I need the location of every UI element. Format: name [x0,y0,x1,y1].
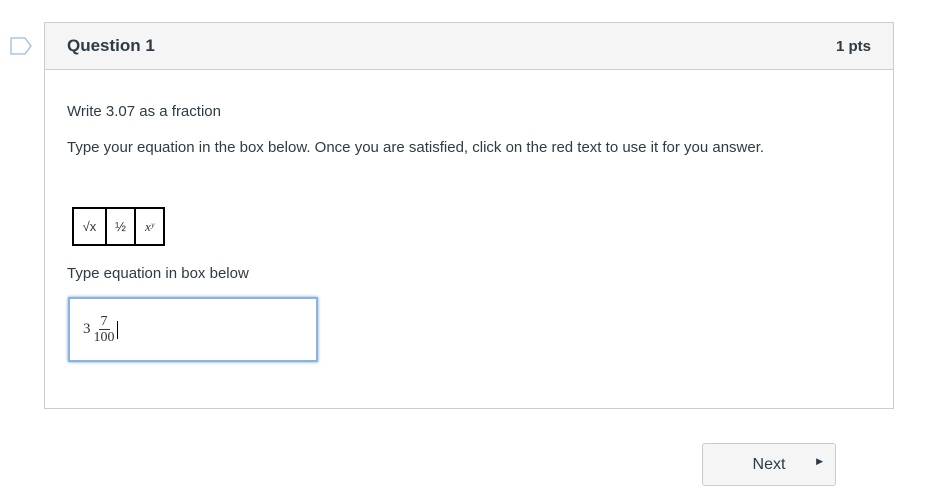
flag-question-icon[interactable] [10,37,32,55]
answer-numerator: 7 [98,314,110,330]
equation-toolbar: √x ½ xʸ [72,207,165,246]
next-label: Next [752,455,786,473]
next-button[interactable]: Next ▶ [702,443,836,486]
fraction-button[interactable]: ½ [105,207,136,246]
question-card: Question 1 1 pts Write 3.07 as a fractio… [44,22,894,409]
question-prompt: Write 3.07 as a fraction [67,103,221,120]
question-points: 1 pts [835,37,871,55]
caret-right-icon: ▶ [816,456,823,466]
answer-denominator: 100 [93,330,115,345]
answer-fraction: 7 100 [94,314,115,345]
question-instructions: Type your equation in the box below. Onc… [67,139,765,156]
sqrt-button[interactable]: √x [72,207,107,246]
exponent-button[interactable]: xʸ [134,207,165,246]
input-label: Type equation in box below [67,265,249,282]
question-title: Question 1 [67,36,155,55]
question-header: Question 1 1 pts [45,23,893,70]
equation-input[interactable]: 3 7 100 [68,297,318,362]
answer-whole: 3 [83,321,91,337]
text-caret [116,320,118,339]
